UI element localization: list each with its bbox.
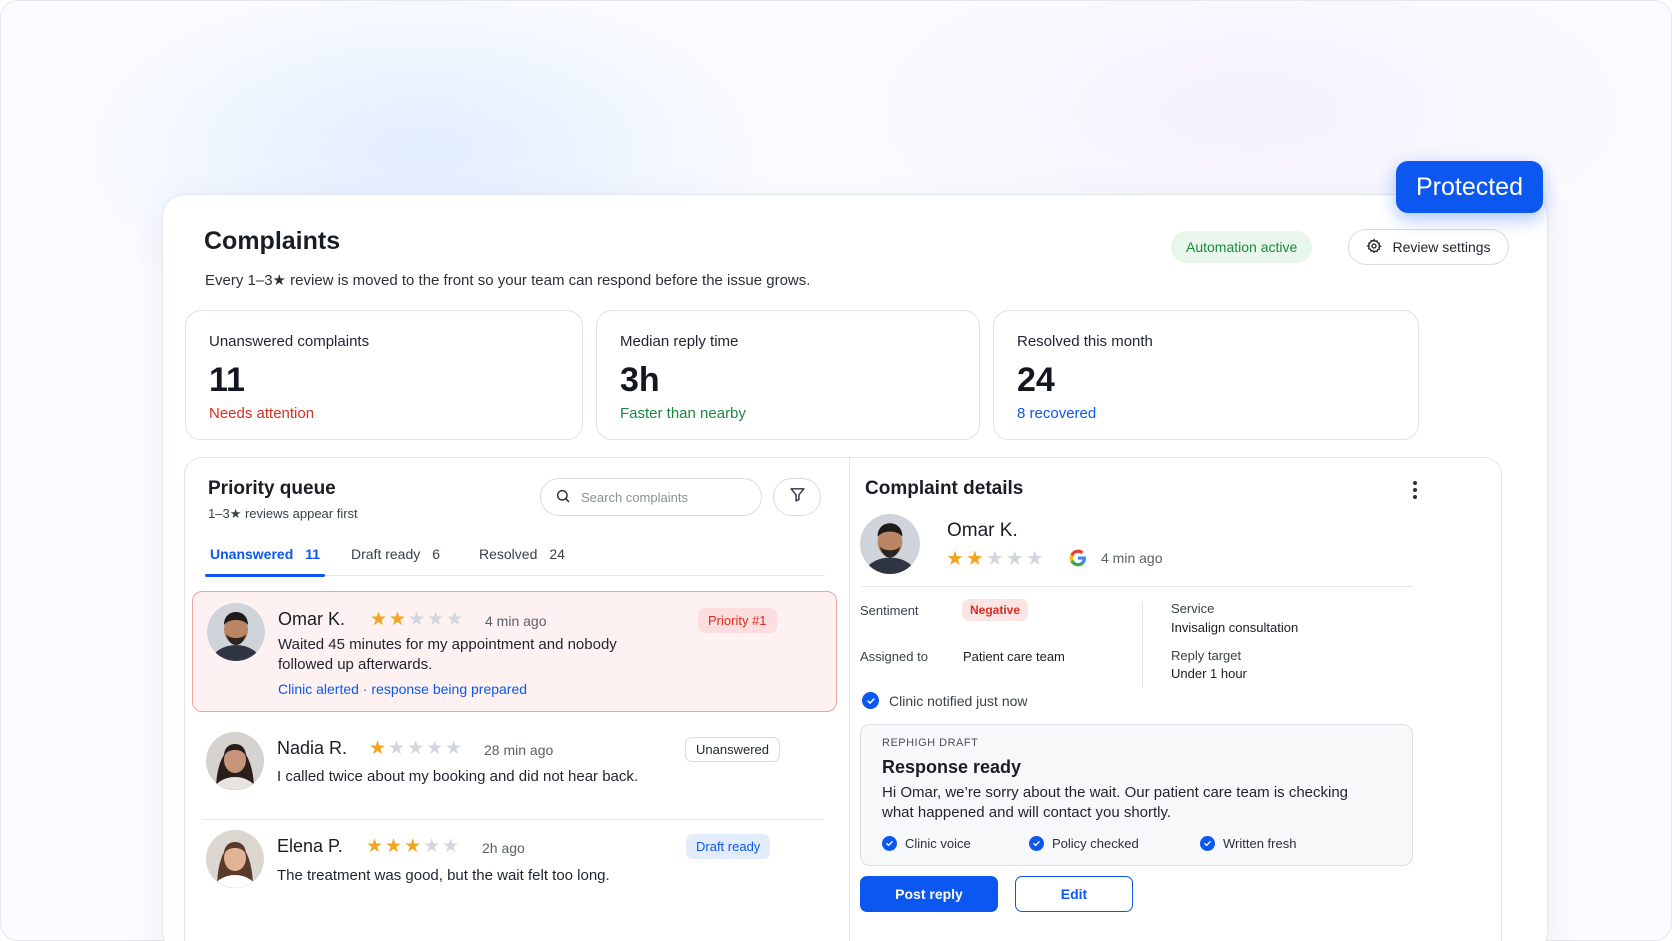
avatar [206,830,264,888]
stat-card-unanswered: Unanswered complaints 11 Needs attention [185,310,583,440]
detail-time: 4 min ago [1101,550,1163,566]
tab-count: 11 [305,546,321,562]
row-divider [203,819,823,820]
review-time: 28 min ago [484,742,554,758]
search-icon [555,488,571,507]
main-panel: Priority queue 1–3★ reviews appear first… [184,457,1502,941]
draft-body-line2: what happened and will contact you short… [882,804,1172,821]
stat-label: Median reply time [620,333,739,350]
tab-resolved[interactable]: Resolved 24 [474,546,570,576]
edit-button[interactable]: Edit [1015,876,1133,912]
stat-value: 11 [209,361,245,399]
reviewer-name: Nadia R. [277,738,348,758]
stat-note: 8 recovered [1017,405,1097,422]
stat-card-median-reply: Median reply time 3h Faster than nearby [596,310,980,440]
meta-divider [1142,602,1143,688]
check-icon [882,836,897,851]
tab-label: Unanswered [210,546,294,562]
google-icon [1068,548,1088,573]
reply-target-value: Under 1 hour [1171,666,1247,681]
list-item[interactable]: Nadia R. ★★★★★ 28 min ago Unanswered I c… [192,728,837,808]
list-item[interactable]: Elena P. ★★★★★ 2h ago Draft ready The tr… [192,827,837,907]
protected-badge: Protected [1396,161,1543,213]
tab-unanswered[interactable]: Unanswered 11 [205,546,326,577]
panel-divider [849,458,850,941]
filter-icon [789,486,806,508]
rating-stars: ★★★★★ [369,738,465,759]
stat-note: Needs attention [209,405,315,422]
review-time: 4 min ago [485,613,547,629]
detail-avatar [860,514,920,574]
complaint-details-title: Complaint details [865,478,1024,499]
review-text-line2: followed up afterwards. [278,656,433,673]
post-reply-button[interactable]: Post reply [860,876,998,912]
check-icon [862,692,879,709]
draft-check-label: Written fresh [1223,836,1297,851]
stat-label: Unanswered complaints [209,333,370,350]
page-title: Complaints [204,227,341,255]
draft-heading: Response ready [882,757,1022,777]
page-subtitle: Every 1–3★ review is moved to the front … [205,272,811,289]
tab-label: Resolved [479,546,538,562]
priority-queue-title: Priority queue [208,478,336,499]
more-options-icon[interactable] [1405,478,1425,502]
priority-badge: Priority #1 [698,608,777,633]
review-text-line1: Waited 45 minutes for my appointment and… [278,636,617,653]
avatar [206,732,264,790]
complaints-card: Complaints Every 1–3★ review is moved to… [162,194,1548,941]
stat-note: Faster than nearby [620,405,746,422]
tab-label: Draft ready [351,546,421,562]
check-icon [1029,836,1044,851]
gear-icon [1366,237,1383,257]
draft-eyebrow: REPHIGH DRAFT [882,737,979,749]
search-input[interactable] [581,489,741,505]
rating-stars: ★★★★★ [366,836,462,857]
filter-button[interactable] [773,478,821,516]
assigned-label: Assigned to [860,649,928,664]
detail-rating-stars: ★★★★★ [946,548,1046,570]
detail-reviewer-name: Omar K. [947,520,1018,541]
review-settings-button[interactable]: Review settings [1348,229,1509,265]
assigned-value: Patient care team [963,649,1065,664]
automation-status-badge: Automation active [1171,231,1313,263]
service-label: Service [1171,601,1215,616]
service-value: Invisalign consultation [1171,620,1299,635]
list-item[interactable]: Omar K. ★★★★★ 4 min ago Priority #1 Wait… [192,591,837,712]
review-text-line1: The treatment was good, but the wait fel… [277,867,610,884]
stat-value: 24 [1017,361,1055,399]
queue-tabs: Unanswered 11 Draft ready 6 Resolved 24 [205,546,825,577]
review-time: 2h ago [482,840,525,856]
draft-check-label: Clinic voice [905,836,971,851]
status-link[interactable]: Clinic alerted · response being prepared [278,681,527,697]
avatar [207,603,265,661]
status-badge: Unanswered [685,737,780,762]
detail-divider [861,586,1413,587]
review-settings-label: Review settings [1392,239,1491,255]
stat-label: Resolved this month [1017,333,1153,350]
review-text-line1: I called twice about my booking and did … [277,768,639,785]
reviewer-name: Elena P. [277,836,343,856]
reply-draft-box: REPHIGH DRAFT Response ready Hi Omar, we… [860,724,1413,866]
sentiment-label: Sentiment [860,603,919,618]
check-icon [1200,836,1215,851]
draft-body-line1: Hi Omar, we’re sorry about the wait. Our… [882,784,1349,801]
rating-stars: ★★★★★ [370,609,466,630]
reviewer-name: Omar K. [278,609,346,629]
status-badge: Draft ready [686,834,771,859]
tab-draft-ready[interactable]: Draft ready 6 [346,546,445,576]
search-complaints[interactable] [540,478,762,516]
tab-count: 24 [549,546,565,562]
priority-queue-subtitle: 1–3★ reviews appear first [208,506,358,521]
sentiment-badge: Negative [962,599,1029,621]
draft-check-label: Policy checked [1052,836,1139,851]
stat-card-resolved: Resolved this month 24 8 recovered [993,310,1419,440]
clinic-notified-text: Clinic notified just now [889,693,1028,709]
tab-count: 6 [432,546,441,562]
stat-value: 3h [620,361,660,399]
reply-target-label: Reply target [1171,648,1242,663]
